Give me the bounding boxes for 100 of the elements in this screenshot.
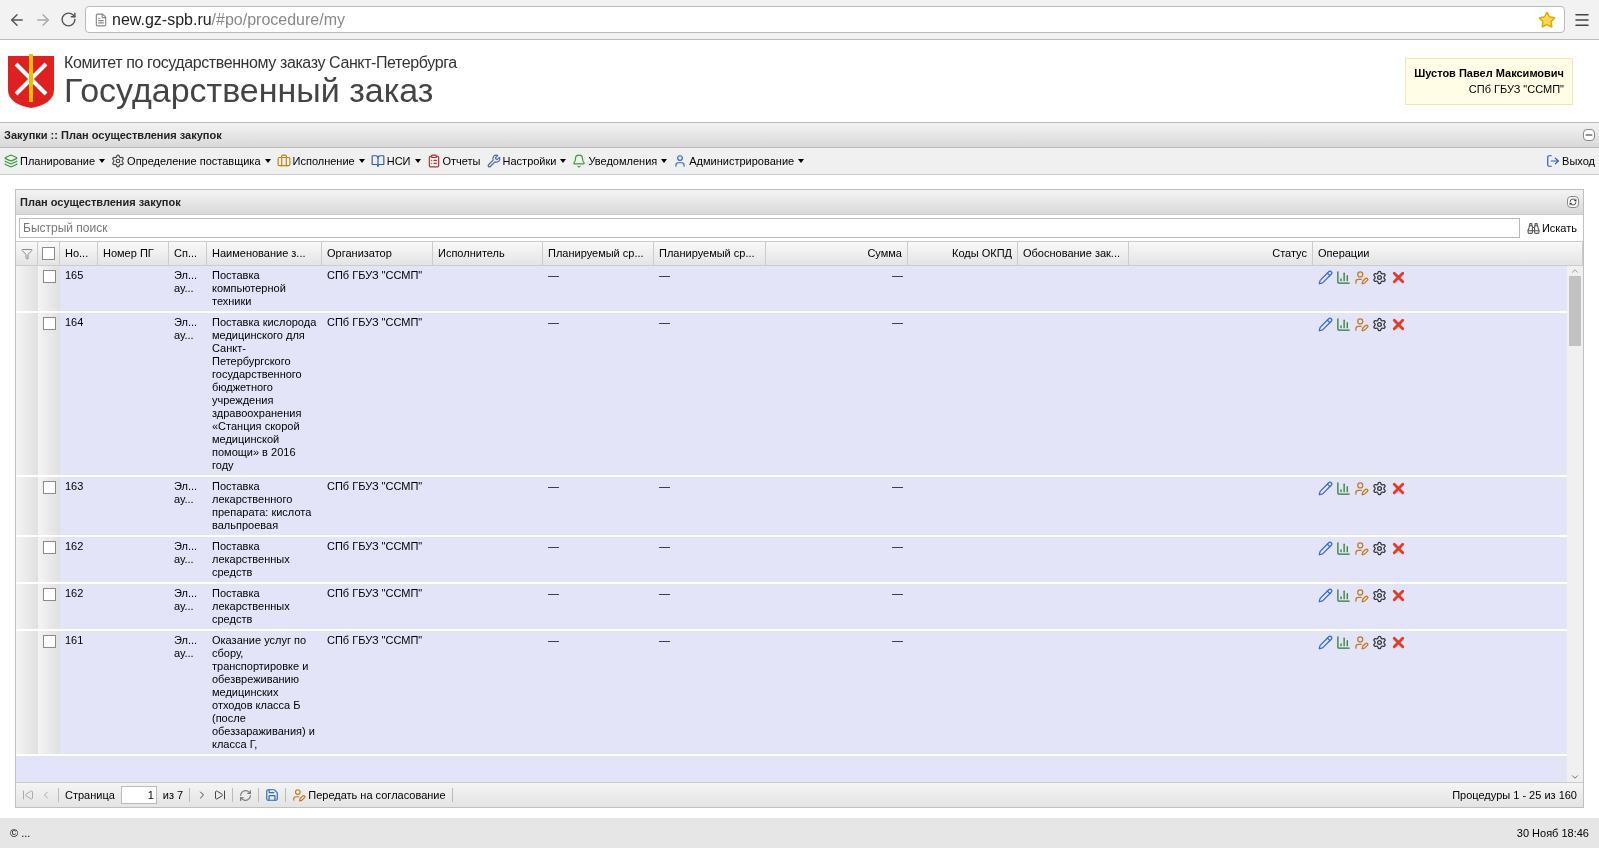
checkbox[interactable] bbox=[42, 247, 55, 260]
column-header[interactable]: Статус bbox=[1267, 245, 1312, 262]
column-header[interactable]: Номер ПГ bbox=[98, 245, 159, 262]
logout-button[interactable]: Выход bbox=[1546, 152, 1595, 170]
page-label: Страница bbox=[65, 787, 115, 803]
scroll-down-icon[interactable] bbox=[1570, 772, 1580, 782]
column-header[interactable]: Но... bbox=[60, 245, 94, 262]
bar-chart-icon[interactable] bbox=[1336, 317, 1351, 332]
gear-icon[interactable] bbox=[1372, 635, 1387, 650]
menu-item-icon bbox=[572, 154, 587, 168]
menu-item[interactable]: Исполнение bbox=[276, 152, 365, 170]
menu-item[interactable]: НСИ bbox=[370, 152, 421, 170]
refresh-icon[interactable] bbox=[239, 788, 253, 802]
table-cell: — bbox=[659, 480, 670, 492]
table-cell: — bbox=[659, 269, 670, 281]
edit-icon[interactable] bbox=[1318, 481, 1333, 496]
column-header[interactable]: Организатор bbox=[322, 245, 397, 262]
gear-icon[interactable] bbox=[1372, 541, 1387, 556]
url-host: new.gz-spb.ru bbox=[112, 9, 212, 30]
gear-icon[interactable] bbox=[1372, 588, 1387, 603]
scroll-up-icon[interactable] bbox=[1570, 266, 1580, 276]
table-cell: — bbox=[892, 587, 903, 599]
search-button[interactable]: Искать bbox=[1523, 219, 1580, 237]
user-pencil-icon bbox=[292, 788, 307, 802]
copyright-text: © ... bbox=[10, 825, 31, 841]
bar-chart-icon[interactable] bbox=[1336, 481, 1351, 496]
bar-chart-icon[interactable] bbox=[1336, 635, 1351, 650]
binoculars-icon bbox=[1526, 221, 1540, 235]
table-cell: Поставка лекарственных средств bbox=[212, 587, 290, 625]
table-cell: Эл... ау... bbox=[174, 587, 198, 612]
last-page-icon[interactable] bbox=[214, 789, 227, 801]
quick-search-field[interactable]: Быстрый поиск bbox=[19, 218, 1520, 238]
collapse-icon[interactable] bbox=[1583, 129, 1595, 141]
menu-item[interactable]: Уведомления bbox=[572, 152, 668, 170]
gear-icon[interactable] bbox=[1372, 270, 1387, 285]
checkbox[interactable] bbox=[42, 481, 56, 494]
table-cell: — bbox=[548, 634, 559, 646]
table-cell: 162 bbox=[65, 587, 84, 599]
table-cell: 163 bbox=[65, 480, 84, 492]
column-header[interactable]: Исполнитель bbox=[433, 245, 510, 262]
organization-name: Комитет по государственному заказу Санкт-Петербурга bbox=[64, 54, 457, 72]
menu-item[interactable]: Администрирование bbox=[673, 152, 805, 170]
column-header[interactable]: Сп... bbox=[169, 245, 203, 262]
table-cell: — bbox=[548, 316, 559, 328]
table-cell: СПб ГБУЗ "ССМП" bbox=[327, 634, 423, 646]
table-cell: — bbox=[659, 634, 670, 646]
column-header[interactable]: Планируемый ср... bbox=[543, 245, 649, 262]
table-cell: СПб ГБУЗ "ССМП" bbox=[327, 269, 423, 281]
url-path: /#po/procedure/my bbox=[211, 9, 345, 30]
table-row[interactable]: 161 Эл... ау... Оказание услуг по сбору, транспортировке и обезвреживанию медицинских отходов класса Б (после обеззараживания) и класса Г, СПб ГБУЗ "ССМП" — — — bbox=[16, 631, 1567, 756]
table-row[interactable]: 163 Эл... ау... Поставка лекарственного препарата: кислота вальпроевая СПб ГБУЗ "ССМП" — — — bbox=[16, 477, 1567, 537]
edit-icon[interactable] bbox=[1318, 635, 1333, 650]
save-icon[interactable] bbox=[265, 788, 280, 802]
page-icon bbox=[94, 12, 108, 27]
bar-chart-icon[interactable] bbox=[1336, 270, 1351, 285]
bar-chart-icon[interactable] bbox=[1336, 541, 1351, 556]
table-row[interactable]: 165 Эл... ау... Поставка компьютерной техники СПб ГБУЗ "ССМП" — — — bbox=[16, 266, 1567, 313]
scroll-thumb[interactable] bbox=[1569, 276, 1581, 346]
table-cell: — bbox=[659, 540, 670, 552]
column-header[interactable]: Операции bbox=[1313, 245, 1375, 262]
menu-item[interactable]: Настройки bbox=[486, 152, 567, 170]
gear-icon[interactable] bbox=[1372, 481, 1387, 496]
table-row[interactable]: 162 Эл... ау... Поставка лекарственных средств СПб ГБУЗ "ССМП" — — — bbox=[16, 584, 1567, 631]
menu-item-icon bbox=[276, 154, 291, 168]
column-header[interactable]: Наименование з... bbox=[207, 245, 311, 262]
column-header[interactable]: Обоснование зак... bbox=[1018, 245, 1126, 262]
column-header[interactable]: Коды ОКПД bbox=[947, 245, 1017, 262]
edit-icon[interactable] bbox=[1318, 317, 1333, 332]
page-number-field[interactable]: 1 bbox=[120, 786, 157, 804]
column-header[interactable]: Планируемый ср... bbox=[654, 245, 760, 262]
edit-icon[interactable] bbox=[1318, 270, 1333, 285]
checkbox[interactable] bbox=[42, 317, 56, 330]
edit-icon[interactable] bbox=[1318, 588, 1333, 603]
menu-item[interactable]: Отчеты bbox=[426, 152, 481, 170]
coat-of-arms-logo bbox=[6, 52, 56, 110]
edit-icon[interactable] bbox=[1318, 541, 1333, 556]
table-cell: — bbox=[659, 316, 670, 328]
gear-icon[interactable] bbox=[1372, 317, 1387, 332]
checkbox[interactable] bbox=[42, 635, 56, 648]
table-row[interactable]: 164 Эл... ау... Поставка кислорода медицинского для Санкт-Петербургского государственного бюджетного учреждения здравоохранения «Станция скорой медицинской помощи» в 2016 году СПб ГБУЗ "ССМП" — — — bbox=[16, 313, 1567, 477]
table-cell: Эл... ау... bbox=[174, 316, 198, 341]
table-row[interactable]: 162 Эл... ау... Поставка лекарственных средств СПб ГБУЗ "ССМП" — — — bbox=[16, 537, 1567, 584]
scrollbar[interactable] bbox=[1567, 266, 1583, 782]
address-bar[interactable]: new.gz-spb.ru/#po/procedure/my bbox=[85, 6, 1565, 33]
checkbox[interactable] bbox=[42, 588, 56, 601]
refresh-icon[interactable] bbox=[1567, 196, 1579, 208]
bar-chart-icon[interactable] bbox=[1336, 588, 1351, 603]
checkbox[interactable] bbox=[42, 541, 56, 554]
table-cell: 162 bbox=[65, 540, 84, 552]
user-organization: СПб ГБУЗ "ССМП" bbox=[1468, 82, 1564, 97]
bookmark-star-icon[interactable] bbox=[1538, 10, 1556, 29]
filter-icon[interactable] bbox=[20, 247, 33, 260]
checkbox[interactable] bbox=[42, 270, 56, 283]
send-for-approval-button[interactable]: Передать на согласование bbox=[292, 786, 446, 804]
menu-item[interactable]: Определение поставщика bbox=[111, 152, 271, 170]
reload-icon[interactable] bbox=[60, 11, 77, 28]
first-page-icon[interactable] bbox=[22, 789, 34, 801]
column-header[interactable]: Сумма bbox=[862, 245, 907, 262]
table-cell: Поставка лекарственного препарата: кислота вальпроевая bbox=[212, 480, 312, 531]
menu-item[interactable]: Планирование bbox=[4, 152, 106, 170]
